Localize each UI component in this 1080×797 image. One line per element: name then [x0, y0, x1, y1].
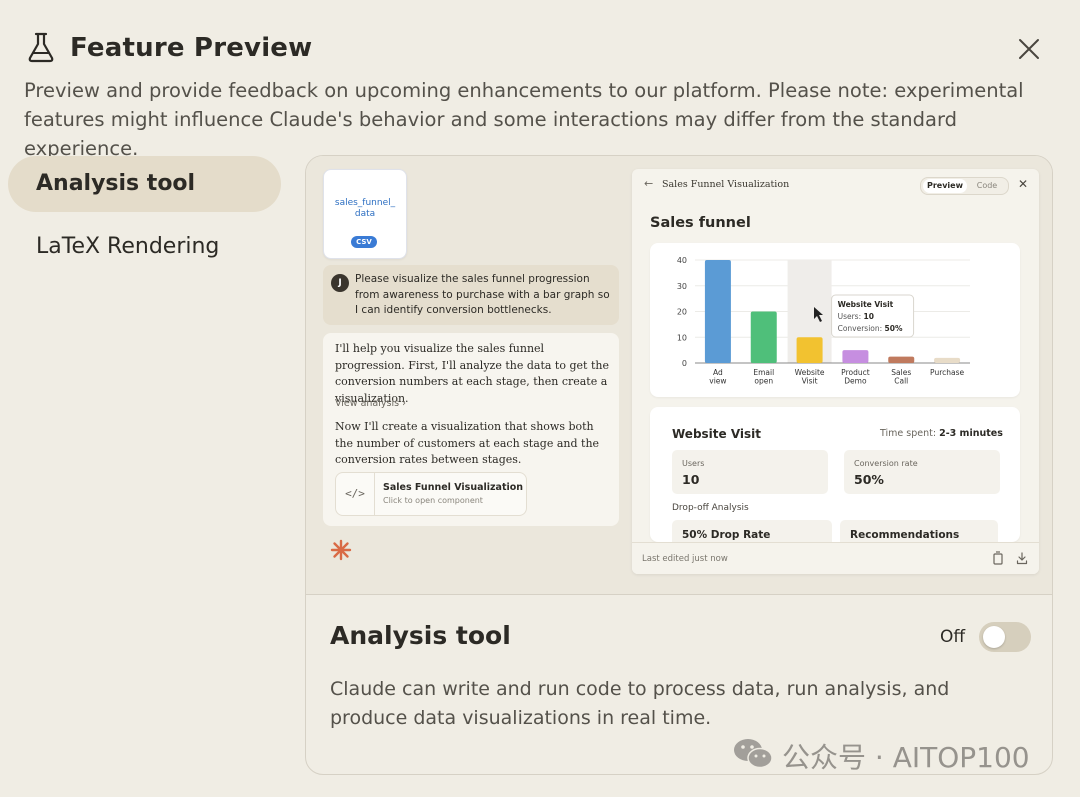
wechat-icon	[734, 739, 773, 769]
file-type-badge: CSV	[351, 236, 377, 248]
feature-title: Analysis tool	[330, 621, 511, 650]
artifact-title: Sales Funnel Visualization	[383, 482, 524, 493]
close-icon[interactable]	[1014, 34, 1044, 64]
artifact-subtitle: Click to open component	[383, 496, 483, 505]
file-name: sales_funnel_ data	[334, 198, 396, 219]
x-tick-label: open	[754, 377, 773, 386]
toggle-knob	[983, 626, 1005, 648]
tab-preview[interactable]: Preview	[923, 179, 967, 193]
y-tick-label: 10	[677, 333, 687, 342]
bar	[842, 350, 869, 363]
x-tick-label: Visit	[802, 377, 818, 386]
feature-description: Claude can write and run code to process…	[330, 678, 950, 729]
y-tick-label: 0	[682, 359, 687, 368]
close-icon[interactable]: ✕	[1018, 177, 1028, 191]
time-spent: Time spent: 2-3 minutes	[880, 428, 1003, 439]
x-tick-label: Purchase	[930, 368, 964, 377]
sales-funnel-chart: 010203040AdviewEmailopenWebsiteVisitProd…	[677, 256, 970, 386]
drop-rate: 50% Drop Rate	[672, 520, 832, 542]
response-text-2: Now I'll create a visualization that sho…	[335, 420, 600, 466]
last-edited: Last edited just now	[642, 554, 728, 564]
tab-code[interactable]: Code	[969, 179, 1005, 193]
stat-card: Website Visit Time spent: 2-3 minutes Us…	[650, 407, 1020, 542]
code-icon: </>	[336, 473, 375, 515]
page-title: Feature Preview	[70, 33, 313, 63]
chart-card: 0 10 20 30 40 Ad view Email open Website Visit Prod…	[650, 243, 1020, 397]
metric-users: Users 10	[672, 450, 828, 494]
feature-toggle[interactable]	[979, 622, 1031, 652]
y-tick-label: 20	[677, 308, 687, 317]
y-tick-label: 40	[677, 256, 687, 265]
bar	[796, 337, 823, 363]
user-message: J Please visualize the sales funnel prog…	[323, 265, 619, 325]
artifact-footer: Last edited just now	[632, 542, 1039, 574]
metric-value: 50%	[854, 472, 884, 487]
metric-conversion-rate: Conversion rate 50%	[844, 450, 1000, 494]
sidebar-item-analysis-tool[interactable]: Analysis tool	[8, 156, 281, 212]
claude-spark-icon	[330, 539, 352, 561]
metric-label: Users	[682, 459, 705, 468]
tooltip-conversion: Conversion: 50%	[838, 324, 903, 333]
page-description: Preview and provide feedback on upcoming…	[24, 79, 1024, 160]
metric-value: 10	[682, 472, 700, 487]
bar	[704, 260, 731, 363]
avatar: J	[331, 274, 349, 292]
watermark-text: 公众号 · AITOP100	[782, 741, 1030, 774]
metric-label: Conversion rate	[854, 459, 918, 468]
time-spent-label: Time spent:	[880, 428, 937, 439]
user-message-text: Please visualize the sales funnel progre…	[355, 273, 610, 316]
tooltip-users: Users: 10	[838, 312, 874, 321]
flask-icon	[28, 32, 54, 63]
artifact-window: ← Sales Funnel Visualization Preview Cod…	[632, 169, 1039, 574]
sidebar-item-label: Analysis tool	[36, 171, 196, 196]
x-tick-label: Call	[894, 377, 908, 386]
view-analysis-link[interactable]: View analysis ›	[335, 398, 406, 409]
back-arrow-icon[interactable]: ←	[644, 177, 653, 190]
sidebar-item-latex-rendering[interactable]: LaTeX Rendering	[8, 219, 281, 275]
artifact-card[interactable]: </> Sales Funnel Visualization Click to …	[335, 472, 527, 516]
tooltip-title: Website Visit	[838, 300, 894, 309]
chevron-right-icon: ›	[402, 398, 406, 409]
copy-icon[interactable]	[992, 551, 1004, 565]
bar	[888, 356, 915, 363]
sidebar-item-label: LaTeX Rendering	[36, 234, 220, 259]
bar	[750, 311, 777, 363]
assistant-response: I'll help you visualize the sales funnel…	[323, 333, 619, 526]
download-icon[interactable]	[1016, 551, 1028, 565]
preview-code-toggle: Preview Code	[920, 177, 1009, 195]
stat-title: Website Visit	[672, 427, 762, 441]
artifact-window-title: Sales Funnel Visualization	[662, 179, 790, 190]
file-attachment[interactable]: sales_funnel_ data CSV	[323, 169, 407, 259]
x-tick-label: view	[709, 377, 726, 386]
recommendations: Recommendations	[840, 520, 998, 542]
time-spent-value: 2-3 minutes	[939, 428, 1003, 439]
x-tick-label: Demo	[844, 377, 867, 386]
bar	[934, 357, 961, 363]
toggle-state-label: Off	[940, 627, 966, 647]
chart-heading: Sales funnel	[650, 215, 751, 231]
feature-preview-image: sales_funnel_ data CSV J Please visualiz…	[306, 156, 1052, 595]
feature-panel: sales_funnel_ data CSV J Please visualiz…	[305, 155, 1053, 775]
y-tick-label: 30	[677, 282, 687, 291]
dropoff-label: Drop-off Analysis	[672, 503, 749, 513]
view-analysis-label: View analysis	[335, 398, 400, 409]
